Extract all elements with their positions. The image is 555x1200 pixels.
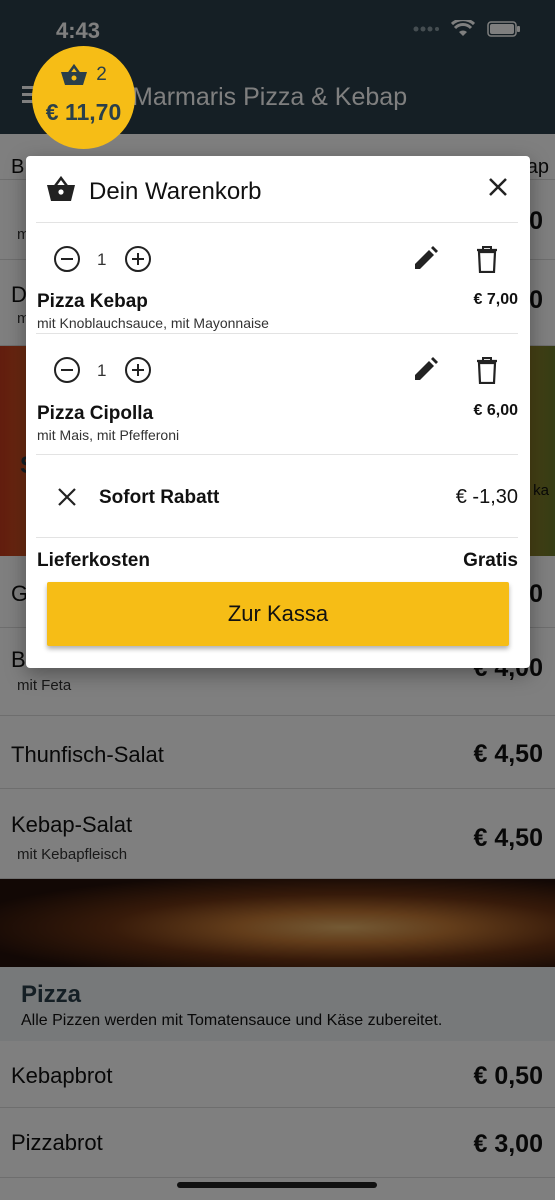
cart-item-options: mit Mais, mit Pfefferoni xyxy=(37,427,180,443)
trash-icon[interactable] xyxy=(475,245,499,273)
cart-item-name: Pizza Cipolla xyxy=(37,403,154,424)
discount-row: Sofort Rabatt € -1,30 xyxy=(26,456,530,536)
cart-item-options: mit Knoblauchsauce, mit Mayonnaise xyxy=(37,315,269,331)
cart-item-price: € 6,00 xyxy=(473,402,518,419)
plus-circle-icon[interactable] xyxy=(124,356,152,384)
cart-count: 2 xyxy=(96,64,107,85)
cart-item: 1 Pizza Cipolla mit Mais, mit Pfefferoni… xyxy=(26,334,530,446)
checkout-button[interactable]: Zur Kassa xyxy=(47,582,509,646)
divider xyxy=(36,454,518,455)
edit-icon[interactable] xyxy=(411,356,439,384)
cart-dialog: Dein Warenkorb 1 Pizza Kebap mit Knoblau… xyxy=(26,156,530,668)
basket-icon xyxy=(47,176,75,201)
cart-item-name: Pizza Kebap xyxy=(37,291,148,312)
close-icon[interactable] xyxy=(485,174,511,200)
cart-dialog-header: Dein Warenkorb xyxy=(26,156,530,222)
plus-circle-icon[interactable] xyxy=(124,245,152,273)
edit-icon[interactable] xyxy=(411,245,439,273)
divider xyxy=(36,537,518,538)
cart-dialog-title: Dein Warenkorb xyxy=(89,178,262,205)
delivery-label: Lieferkosten xyxy=(37,550,150,571)
discount-label: Sofort Rabatt xyxy=(99,487,220,508)
trash-icon[interactable] xyxy=(475,356,499,384)
quantity-value: 1 xyxy=(97,361,107,380)
cart-total: € 11,70 xyxy=(45,99,122,125)
remove-discount-icon[interactable] xyxy=(56,486,78,508)
cart-item-price: € 7,00 xyxy=(473,291,518,308)
minus-circle-icon[interactable] xyxy=(53,245,81,273)
delivery-value: Gratis xyxy=(463,550,518,571)
discount-value: € -1,30 xyxy=(455,486,518,508)
home-indicator xyxy=(177,1182,377,1188)
basket-icon xyxy=(61,64,88,85)
cart-item: 1 Pizza Kebap mit Knoblauchsauce, mit Ma… xyxy=(26,223,530,335)
cart-badge[interactable]: 2 € 11,70 xyxy=(32,46,135,149)
quantity-value: 1 xyxy=(97,250,107,269)
minus-circle-icon[interactable] xyxy=(53,356,81,384)
